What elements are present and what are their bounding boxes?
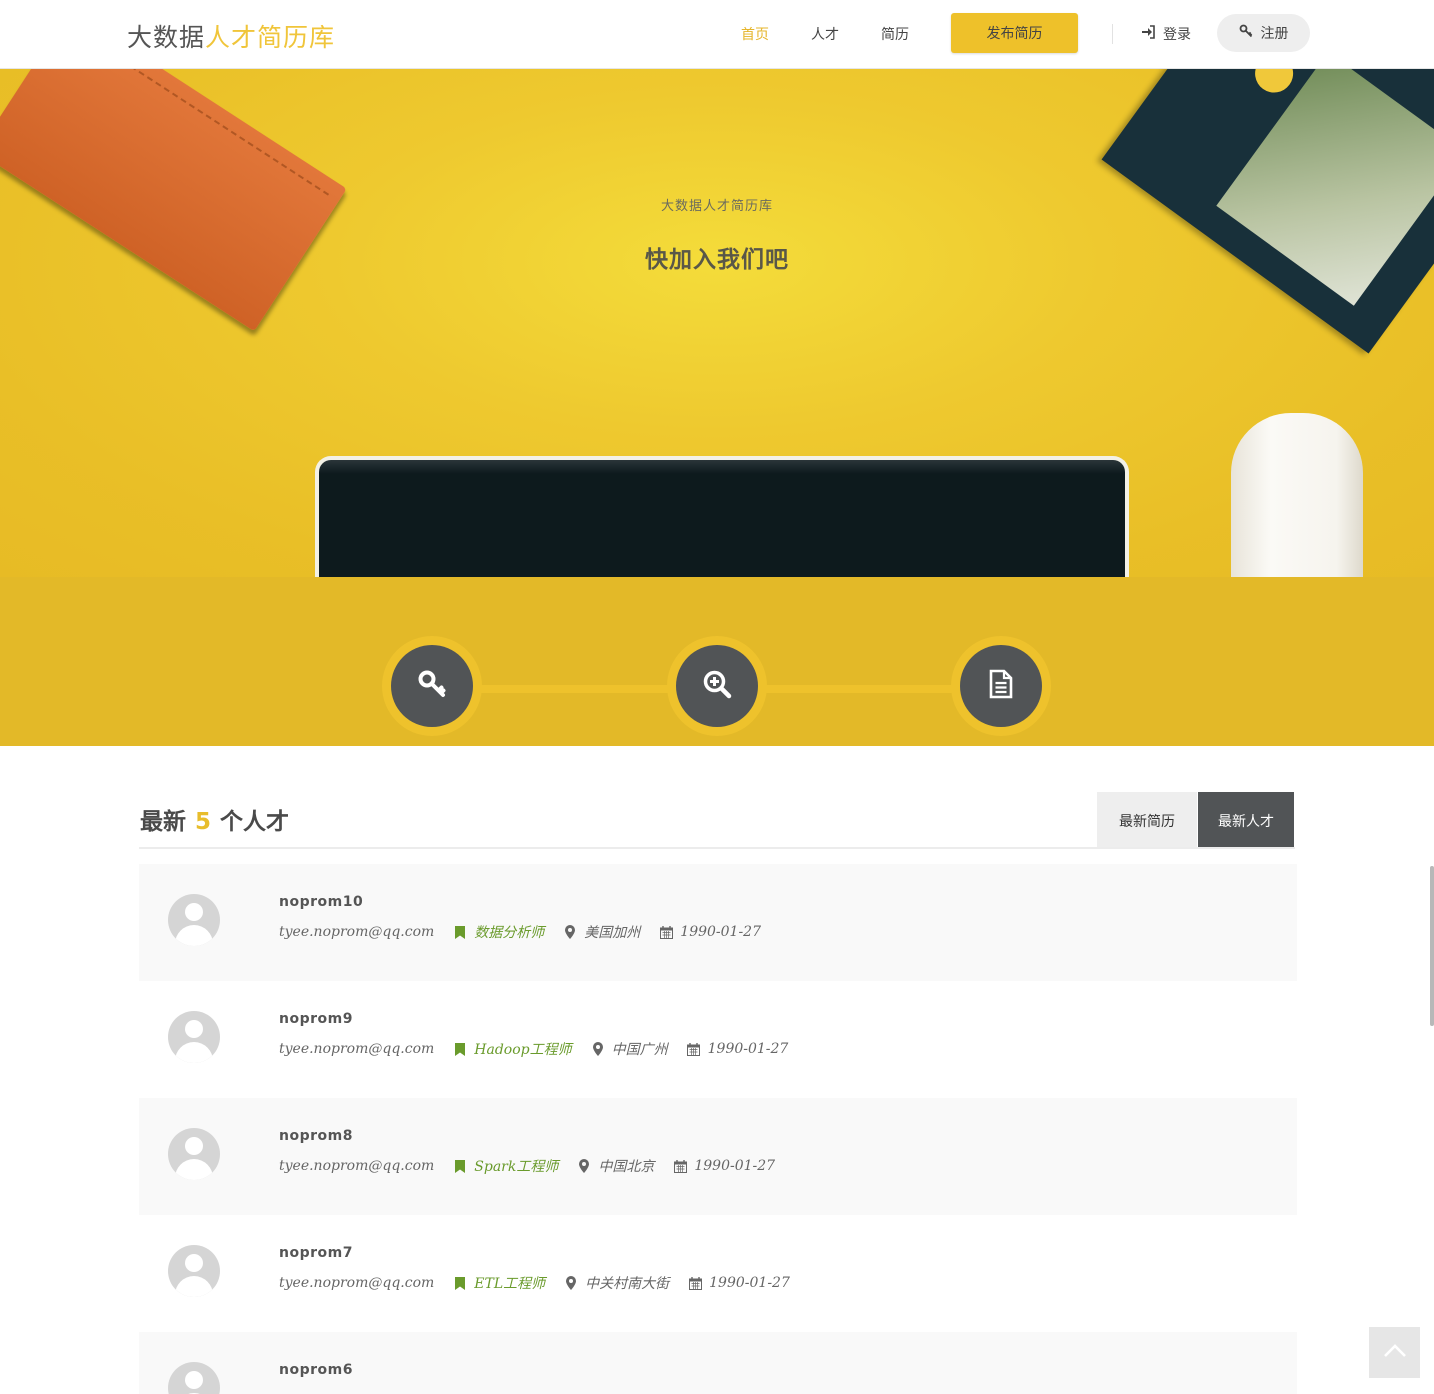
talent-email: tyee.noprom@qq.com — [279, 1158, 435, 1174]
nav-resume[interactable]: 简历 — [881, 24, 909, 44]
step-resume[interactable] — [951, 636, 1051, 736]
bookmark-icon — [453, 1159, 467, 1173]
logo-text-dark: 大数据 — [127, 23, 206, 52]
hero-subtitle: 大数据人才简历库 — [660, 199, 773, 214]
talent-meta: tyee.noprom@qq.com 数据分析师 美国加州 1990-01-27 — [279, 922, 761, 942]
talent-row[interactable]: noprom6 — [139, 1332, 1297, 1394]
section-title: 最新 5 个人才 — [140, 802, 289, 836]
back-to-top-button[interactable] — [1369, 1327, 1420, 1378]
map-marker-icon — [563, 925, 577, 939]
talent-name[interactable]: noprom9 — [279, 1011, 353, 1027]
register-button[interactable]: 注册 — [1217, 14, 1310, 52]
calendar-icon — [659, 925, 673, 939]
talent-name[interactable]: noprom10 — [279, 894, 363, 910]
section-title-suffix: 个人才 — [220, 809, 290, 835]
document-icon — [987, 669, 1015, 703]
calendar-icon — [688, 1276, 702, 1290]
bookmark-icon — [453, 1042, 467, 1056]
talent-meta: tyee.noprom@qq.com Hadoop工程师 中国广州 1990-0… — [279, 1039, 788, 1059]
avatar[interactable] — [168, 1011, 220, 1063]
hero-decor-mouse — [1231, 413, 1363, 577]
key-icon — [417, 669, 447, 703]
talent-location: 中关村南大街 — [585, 1276, 670, 1292]
login-label: 登录 — [1163, 27, 1191, 43]
talent-row[interactable]: noprom9 tyee.noprom@qq.com Hadoop工程师 中国广… — [139, 981, 1297, 1098]
avatar[interactable] — [168, 894, 220, 946]
talent-row[interactable]: noprom8 tyee.noprom@qq.com Spark工程师 中国北京… — [139, 1098, 1297, 1215]
section-divider — [139, 847, 1295, 849]
talent-name[interactable]: noprom6 — [279, 1362, 353, 1378]
map-marker-icon — [591, 1042, 605, 1056]
tab-latest-talents[interactable]: 最新人才 — [1198, 792, 1294, 849]
chevron-up-icon — [1383, 1343, 1407, 1362]
talent-location: 中国北京 — [598, 1159, 655, 1175]
talent-email: tyee.noprom@qq.com — [279, 1275, 435, 1291]
calendar-icon — [673, 1159, 687, 1173]
logo-text-accent: 人才简历库 — [205, 23, 336, 52]
bookmark-icon — [453, 1276, 467, 1290]
bookmark-icon — [453, 925, 467, 939]
login-link[interactable]: 登录 — [1141, 24, 1191, 44]
talent-meta: tyee.noprom@qq.com ETL工程师 中关村南大街 1990-01… — [279, 1273, 790, 1293]
avatar[interactable] — [168, 1362, 220, 1394]
hero-decor-laptop — [315, 456, 1129, 577]
register-label: 注册 — [1260, 26, 1289, 42]
map-marker-icon — [577, 1159, 591, 1173]
step-search[interactable] — [667, 636, 767, 736]
talent-name[interactable]: noprom8 — [279, 1128, 353, 1144]
step-register[interactable] — [382, 636, 482, 736]
talent-email: tyee.noprom@qq.com — [279, 1041, 435, 1057]
map-marker-icon — [564, 1276, 578, 1290]
talent-location: 中国广州 — [611, 1042, 668, 1058]
talent-location: 美国加州 — [584, 925, 641, 941]
talent-meta: tyee.noprom@qq.com Spark工程师 中国北京 1990-01… — [279, 1156, 775, 1176]
nav-divider — [1112, 24, 1113, 44]
talent-birthday: 1990-01-27 — [694, 1158, 776, 1174]
talent-name[interactable]: noprom7 — [279, 1245, 353, 1261]
talent-job[interactable]: Spark工程师 — [474, 1156, 558, 1176]
section-title-prefix: 最新 — [140, 809, 186, 835]
scrollbar-thumb[interactable] — [1430, 866, 1434, 1026]
tab-latest-resumes[interactable]: 最新简历 — [1097, 792, 1197, 849]
hero-title: 快加入我们吧 — [645, 247, 789, 273]
nav-talent[interactable]: 人才 — [811, 24, 839, 44]
calendar-icon — [687, 1042, 701, 1056]
avatar[interactable] — [168, 1245, 220, 1297]
talent-row[interactable]: noprom10 tyee.noprom@qq.com 数据分析师 美国加州 1… — [139, 864, 1297, 981]
avatar[interactable] — [168, 1128, 220, 1180]
site-logo[interactable]: 大数据人才简历库 — [127, 18, 335, 54]
zoom-in-icon — [702, 669, 732, 703]
talent-birthday: 1990-01-27 — [680, 924, 761, 940]
talent-row[interactable]: noprom7 tyee.noprom@qq.com ETL工程师 中关村南大街… — [139, 1215, 1297, 1332]
key-icon — [1239, 24, 1253, 42]
hero-banner: 大数据人才简历库 快加入我们吧 — [0, 69, 1434, 577]
top-navbar: 大数据人才简历库 首页 人才 简历 发布简历 登录 注册 — [0, 0, 1434, 69]
talent-birthday: 1990-01-27 — [709, 1275, 790, 1291]
sign-in-icon — [1141, 25, 1155, 43]
talent-birthday: 1990-01-27 — [707, 1041, 789, 1057]
talent-email: tyee.noprom@qq.com — [279, 924, 435, 940]
talent-job[interactable]: ETL工程师 — [474, 1273, 545, 1293]
nav-home[interactable]: 首页 — [741, 24, 769, 44]
publish-resume-button[interactable]: 发布简历 — [951, 13, 1078, 53]
steps-band — [0, 577, 1434, 746]
talent-job[interactable]: 数据分析师 — [474, 922, 544, 942]
talent-job[interactable]: Hadoop工程师 — [474, 1039, 571, 1059]
section-title-count: 5 — [195, 809, 212, 835]
